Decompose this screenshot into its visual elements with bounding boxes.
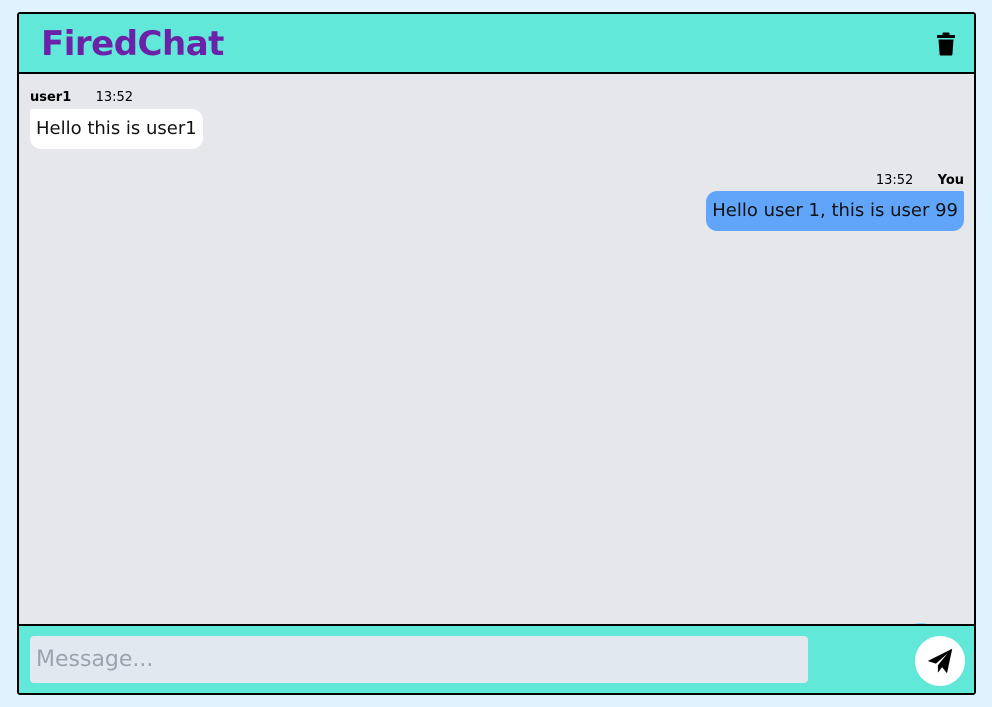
send-button[interactable] <box>915 636 965 686</box>
app-title: FiredChat <box>41 24 224 64</box>
trash-icon[interactable] <box>936 32 956 56</box>
chat-header: FiredChat <box>19 14 974 74</box>
message-list[interactable]: user1 13:52 Hello this is user1 13:52 Yo… <box>19 74 974 673</box>
chat-window: FiredChat user1 13:52 Hello this is user… <box>17 12 976 695</box>
message-sender: user1 <box>30 90 72 105</box>
message-bubble-outgoing: Hello user 1, this is user 99 <box>706 191 964 231</box>
message-sender: You <box>937 173 964 188</box>
message-time: 13:52 <box>95 90 134 105</box>
message-bubble-incoming: Hello this is user1 <box>30 109 203 149</box>
message-meta: user1 13:52 <box>30 90 133 106</box>
message-input[interactable] <box>30 636 808 683</box>
paper-plane-icon <box>927 648 953 674</box>
message-time: 13:52 <box>875 173 914 188</box>
message-composer <box>19 624 974 693</box>
message-meta: 13:52 You <box>876 173 964 189</box>
